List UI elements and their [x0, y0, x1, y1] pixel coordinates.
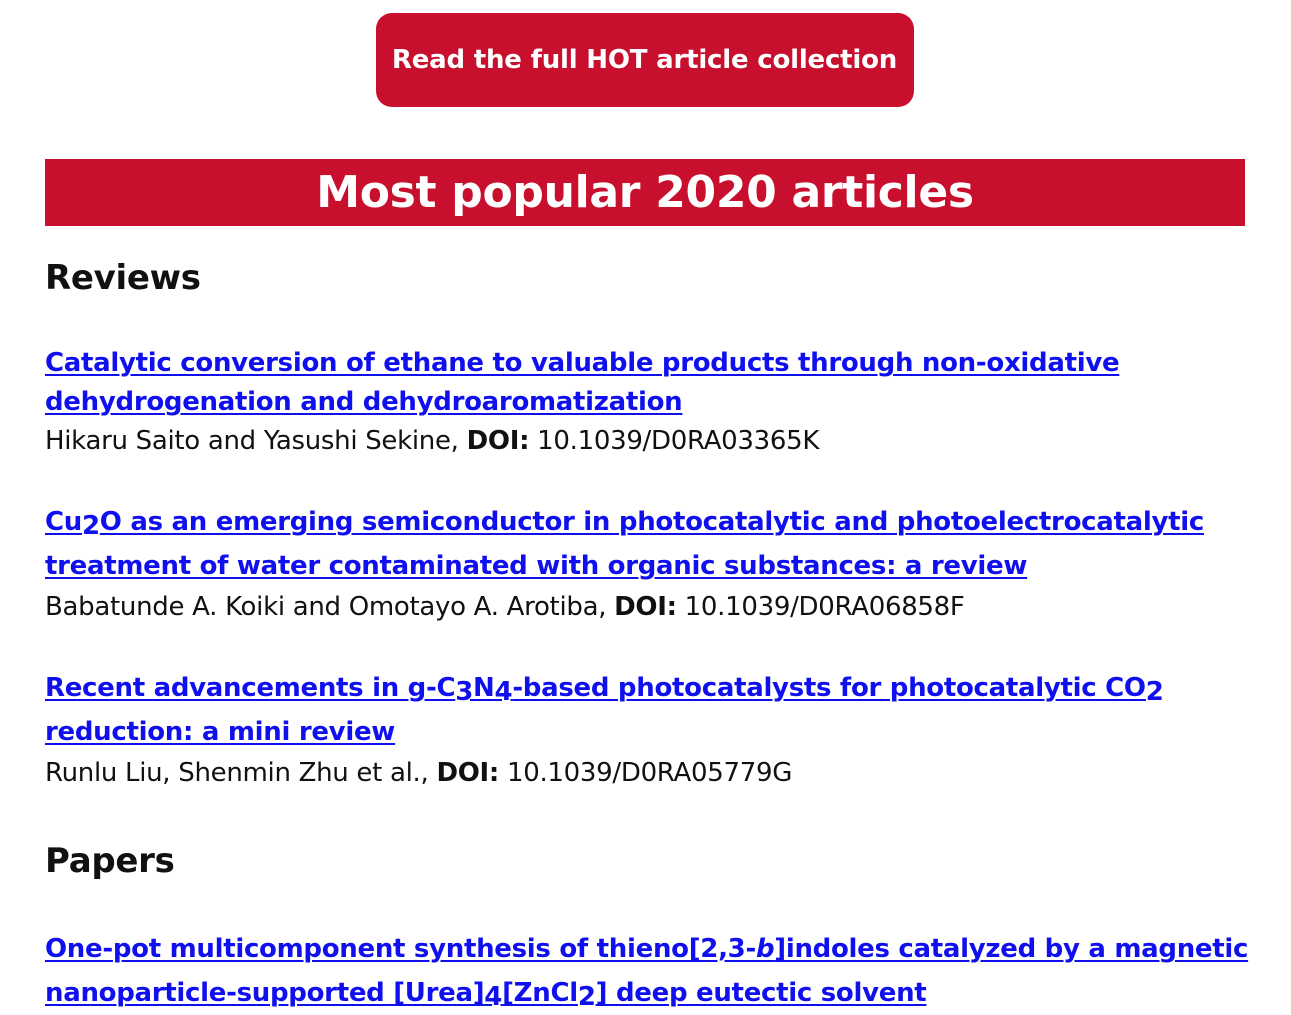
article-list: Reviews Catalytic conversion of ethane t… [45, 255, 1255, 1015]
list-item: Catalytic conversion of ethane to valuab… [45, 344, 1255, 461]
article-authors: Runlu Liu, Shenmin Zhu et al., [45, 758, 429, 788]
title-subscript: 4 [484, 982, 503, 1012]
title-text: N [473, 673, 495, 703]
doi-value: 10.1039/D0RA06858F [684, 592, 965, 622]
doi-value: 10.1039/D0RA05779G [506, 758, 793, 788]
article-byline: Runlu Liu, Shenmin Zhu et al., DOI: 10.1… [45, 754, 1255, 793]
title-text: ] deep eutectic solvent [595, 978, 927, 1008]
doi-label: DOI: [436, 758, 499, 788]
list-item: Recent advancements in g-C3N4-based phot… [45, 666, 1255, 793]
title-italic: b [755, 934, 775, 964]
most-popular-banner: Most popular 2020 articles [45, 159, 1245, 226]
title-subscript: 3 [455, 677, 474, 707]
article-authors: Hikaru Saito and Yasushi Sekine, [45, 426, 459, 456]
list-item: Cu2O as an emerging semiconductor in pho… [45, 500, 1255, 627]
title-text: Cu [45, 507, 82, 537]
article-byline: Hikaru Saito and Yasushi Sekine, DOI: 10… [45, 422, 1255, 461]
title-subscript: 2 [82, 511, 100, 541]
article-title-link[interactable]: One-pot multicomponent synthesis of thie… [45, 934, 1248, 1010]
title-subscript: 2 [1145, 677, 1164, 707]
article-authors: Babatunde A. Koiki and Omotayo A. Arotib… [45, 592, 607, 622]
title-text: [ZnCl [502, 978, 578, 1008]
title-text: One-pot multicomponent synthesis of thie… [45, 934, 756, 964]
read-hot-collection-button[interactable]: Read the full HOT article collection [375, 13, 914, 107]
section-heading-papers: Papers [45, 841, 175, 881]
title-subscript: 2 [577, 982, 596, 1012]
doi-value: 10.1039/D0RA03365K [537, 426, 820, 456]
title-text: -based photocatalysts for photocatalytic… [512, 673, 1146, 703]
list-item: One-pot multicomponent synthesis of thie… [45, 927, 1255, 1015]
section-heading-reviews: Reviews [45, 258, 201, 298]
cta-container: Read the full HOT article collection [0, 13, 1291, 107]
article-title-link[interactable]: Catalytic conversion of ethane to valuab… [45, 348, 1120, 417]
doi-label: DOI: [466, 426, 530, 456]
title-text: O as an emerging semiconductor in photoc… [45, 507, 1204, 581]
title-text: reduction: a mini review [45, 717, 395, 747]
article-byline: Babatunde A. Koiki and Omotayo A. Arotib… [45, 588, 1255, 627]
doi-label: DOI: [614, 592, 677, 622]
title-subscript: 4 [494, 677, 513, 707]
article-title-link[interactable]: Recent advancements in g-C3N4-based phot… [45, 673, 1164, 747]
title-text: Recent advancements in g-C [45, 673, 456, 703]
article-title-link[interactable]: Cu2O as an emerging semiconductor in pho… [45, 507, 1204, 581]
